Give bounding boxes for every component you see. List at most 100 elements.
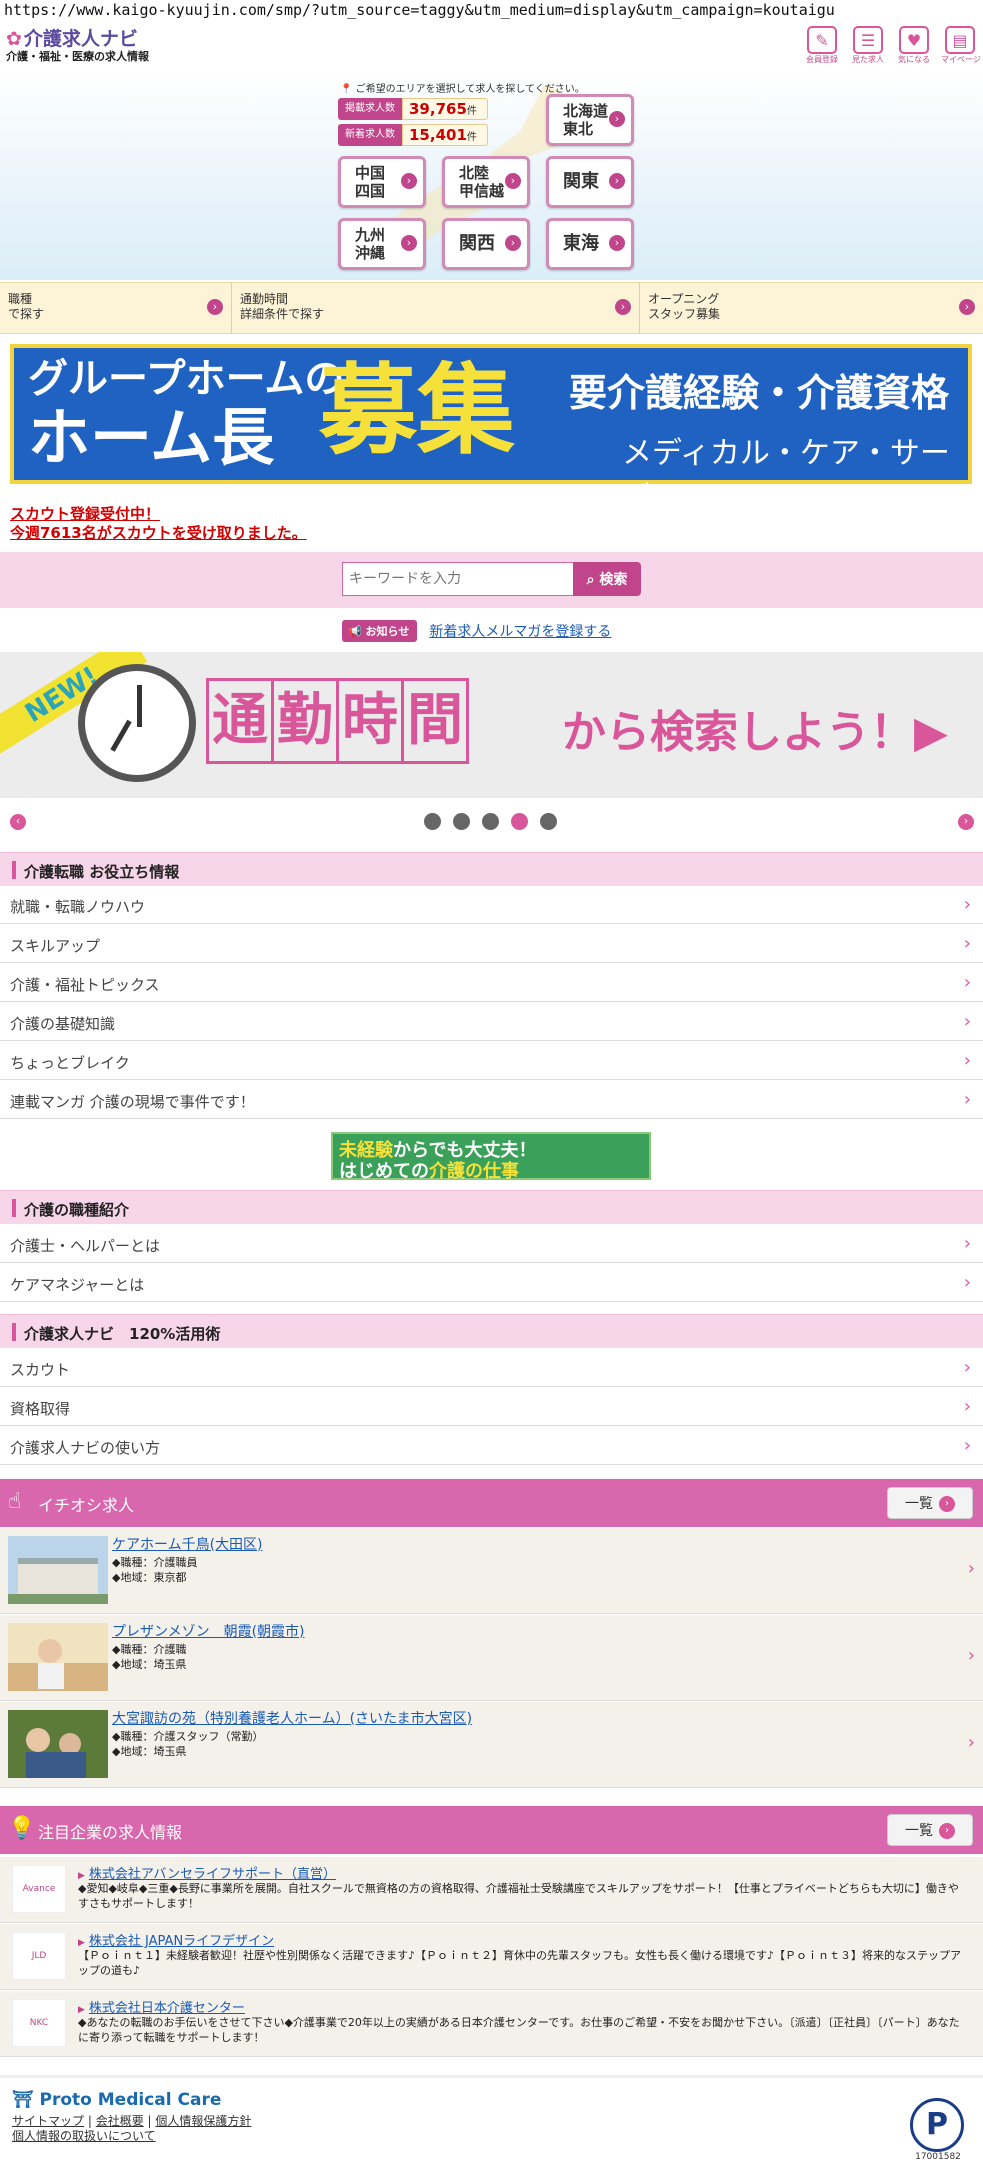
list-item-tips[interactable]: 就職・転職ノウハウ › bbox=[0, 886, 983, 924]
job-card[interactable]: プレザンメゾン 朝霞(朝霞市) ◆職種：介護職 ◆地域：埼玉県 › bbox=[0, 1615, 983, 1701]
notice-row: 📢 お知らせ 新着求人メルマガを登録する bbox=[342, 618, 611, 644]
arrow-right-icon: › bbox=[609, 235, 625, 251]
url-bar: https://www.kaigo-kyuujin.com/smp/?utm_s… bbox=[4, 1, 835, 19]
arrow-right-icon: › bbox=[615, 299, 631, 315]
heart-icon: ♥ bbox=[899, 26, 929, 54]
mypage-icon: ▤ bbox=[945, 26, 975, 54]
job-card[interactable]: 大宮諏訪の苑（特別養護老人ホーム）(さいたま市大宮区) ◆職種：介護スタッフ（常… bbox=[0, 1702, 983, 1788]
scout-link[interactable]: スカウト登録受付中！ 今週7613名がスカウトを受け取りました。 bbox=[10, 505, 307, 543]
region-chugoku-shikoku[interactable]: 中国 四国 › bbox=[338, 156, 426, 208]
footer-link-sitemap[interactable]: サイトマップ bbox=[12, 2114, 84, 2128]
tab-opening-staff[interactable]: オープニング スタッフ募集 › bbox=[640, 283, 983, 333]
region-hokuriku-koshinetsu[interactable]: 北陸 甲信越 › bbox=[442, 156, 530, 208]
pointing-hand-icon: ☝ bbox=[8, 1489, 22, 1514]
chevron-right-icon: › bbox=[963, 1089, 971, 1110]
history-icon: ☰ bbox=[853, 26, 883, 54]
section-header-job-types: 介護の職種紹介 bbox=[0, 1190, 983, 1224]
region-kansai[interactable]: 関西 › bbox=[442, 218, 530, 270]
company-logo: JLD bbox=[12, 1932, 66, 1980]
footer-brand[interactable]: ⛩ Proto Medical Care bbox=[12, 2090, 221, 2110]
list-item-guide[interactable]: スカウト › bbox=[0, 1349, 983, 1387]
footer-link-privacy-policy[interactable]: 個人情報保護方針 bbox=[155, 2114, 251, 2128]
site-logo[interactable]: ✿ 介護求人ナビ 介護・福祉・医療の求人情報 bbox=[6, 28, 149, 64]
list-item-job-type[interactable]: 介護士・ヘルパーとは › bbox=[0, 1225, 983, 1263]
chevron-right-icon: › bbox=[963, 1233, 971, 1254]
nav-mypage-button[interactable]: ▤ マイページ bbox=[941, 26, 981, 66]
new-count: 15,401 bbox=[409, 126, 467, 144]
company-logo: Avance bbox=[12, 1865, 66, 1913]
footer-link-company[interactable]: 会社概要 bbox=[96, 2114, 144, 2128]
nav-favorite-button[interactable]: ♥ 気になる bbox=[895, 26, 933, 66]
arrow-right-icon: › bbox=[401, 173, 417, 189]
commute-kanji: 通 勤 時 間 bbox=[206, 678, 469, 764]
commute-search-banner[interactable]: NEW! 通 勤 時 間 から検索しよう！▶ bbox=[0, 652, 983, 798]
tab-search-by-commute[interactable]: 通勤時間 詳細条件で探す › bbox=[232, 283, 640, 333]
chevron-right-icon: › bbox=[963, 894, 971, 915]
logo-subtitle: 介護・福祉・医療の求人情報 bbox=[6, 50, 149, 63]
site-header: ✿ 介護求人ナビ 介護・福祉・医療の求人情報 ✎ 会員登録 ☰ 見た求人 ♥ 気になる … bbox=[0, 22, 983, 72]
triangle-right-icon: ▶ bbox=[78, 1938, 85, 1948]
region-kanto[interactable]: 関東 › bbox=[546, 156, 634, 208]
carousel-next-button[interactable]: › bbox=[958, 814, 974, 830]
company-card[interactable]: JLD ▶ 株式会社 JAPANライフデザイン 【Ｐｏｉｎｔ１】未経験者歓迎！社歴… bbox=[0, 1924, 983, 1990]
flower-icon: ✿ bbox=[6, 28, 22, 50]
list-item-tips[interactable]: 連載マンガ 介護の現場で事件です！ › bbox=[0, 1081, 983, 1119]
list-item-guide[interactable]: 介護求人ナビの使い方 › bbox=[0, 1427, 983, 1465]
job-thumbnail bbox=[8, 1623, 108, 1691]
footer-links: サイトマップ | 会社概要 | 個人情報保護方針 個人情報の取扱いについて bbox=[12, 2114, 252, 2143]
search-tabs: 職種 で探す › 通勤時間 詳細条件で探す › オープニング スタッフ募集 › bbox=[0, 282, 983, 334]
footer-link-personal-info[interactable]: 個人情報の取扱いについて bbox=[12, 2129, 156, 2143]
posted-count: 39,765 bbox=[409, 100, 467, 118]
list-item-tips[interactable]: ちょっとブレイク › bbox=[0, 1042, 983, 1080]
company-card[interactable]: Avance ▶ 株式会社アバンセライフサポート（直営） ◆愛知◆岐阜◆三重◆長野… bbox=[0, 1857, 983, 1923]
region-kyushu-okinawa[interactable]: 九州 沖縄 › bbox=[338, 218, 426, 270]
keyword-input[interactable] bbox=[342, 562, 574, 596]
chevron-right-icon: › bbox=[967, 1732, 975, 1753]
nav-register-button[interactable]: ✎ 会員登録 bbox=[803, 26, 841, 66]
triangle-right-icon: ▶ bbox=[78, 1871, 85, 1881]
pencil-icon: ✎ bbox=[807, 26, 837, 54]
arrow-right-icon: › bbox=[939, 1496, 955, 1512]
list-item-job-type[interactable]: ケアマネジャーとは › bbox=[0, 1264, 983, 1302]
posted-count-row: 掲載求人数 39,765件 bbox=[338, 98, 488, 120]
carousel-dot[interactable] bbox=[424, 813, 441, 830]
carousel-dot[interactable] bbox=[540, 813, 557, 830]
chevron-right-icon: › bbox=[963, 1435, 971, 1456]
pin-icon: 📍 bbox=[340, 84, 353, 95]
featured-companies-header: 💡 注目企業の求人情報 一覧 › bbox=[0, 1806, 983, 1854]
chevron-right-icon: › bbox=[963, 1050, 971, 1071]
companies-list-button[interactable]: 一覧 › bbox=[887, 1814, 973, 1846]
first-care-job-banner[interactable]: 未経験からでも大丈夫！ はじめての介護の仕事 bbox=[331, 1132, 651, 1182]
region-hokkaido-tohoku[interactable]: 北海道 東北 › bbox=[546, 94, 634, 146]
arrow-right-icon: › bbox=[939, 1823, 955, 1839]
featured-list-button[interactable]: 一覧 › bbox=[887, 1487, 973, 1519]
list-item-tips[interactable]: 介護・福祉トピックス › bbox=[0, 964, 983, 1002]
carousel-dot-active[interactable] bbox=[511, 813, 528, 830]
clock-icon bbox=[78, 664, 196, 782]
group-home-recruit-banner[interactable]: グループホームの ホーム長 募集 要介護経験・介護資格 メディカル・ケア・サービ… bbox=[10, 344, 972, 515]
section-header-tips: 介護転職 お役立ち情報 bbox=[0, 852, 983, 886]
list-item-tips[interactable]: 介護の基礎知識 › bbox=[0, 1003, 983, 1041]
chevron-right-icon: › bbox=[963, 1011, 971, 1032]
carousel-prev-button[interactable]: ‹ bbox=[10, 814, 26, 830]
chevron-right-icon: › bbox=[967, 1558, 975, 1579]
carousel-dot[interactable] bbox=[453, 813, 470, 830]
region-tokai[interactable]: 東海 › bbox=[546, 218, 634, 270]
company-card[interactable]: NKC ▶ 株式会社日本介護センター ◆あなたの転職のお手伝いをさせて下さい◆介護… bbox=[0, 1991, 983, 2057]
chevron-right-icon: › bbox=[963, 1272, 971, 1293]
list-item-tips[interactable]: スキルアップ › bbox=[0, 925, 983, 963]
privacy-mark-icon: P bbox=[910, 2098, 964, 2152]
arrow-right-icon: › bbox=[609, 111, 625, 127]
megaphone-icon: 📢 bbox=[348, 625, 362, 638]
logo-title: 介護求人ナビ bbox=[23, 28, 138, 50]
nav-history-button[interactable]: ☰ 見た求人 bbox=[849, 26, 887, 66]
newsletter-link[interactable]: 新着求人メルマガを登録する bbox=[429, 621, 611, 641]
search-button[interactable]: ⌕ 検索 bbox=[573, 562, 641, 596]
carousel-dot[interactable] bbox=[482, 813, 499, 830]
list-item-guide[interactable]: 資格取得 › bbox=[0, 1388, 983, 1426]
job-card[interactable]: ケアホーム千鳥(大田区) ◆職種：介護職員 ◆地域：東京都 › bbox=[0, 1528, 983, 1614]
section-header-guide: 介護求人ナビ 120%活用術 bbox=[0, 1314, 983, 1348]
carousel-dots bbox=[424, 813, 557, 830]
tab-search-by-job[interactable]: 職種 で探す › bbox=[0, 283, 232, 333]
keyword-search: ⌕ 検索 bbox=[0, 552, 983, 608]
